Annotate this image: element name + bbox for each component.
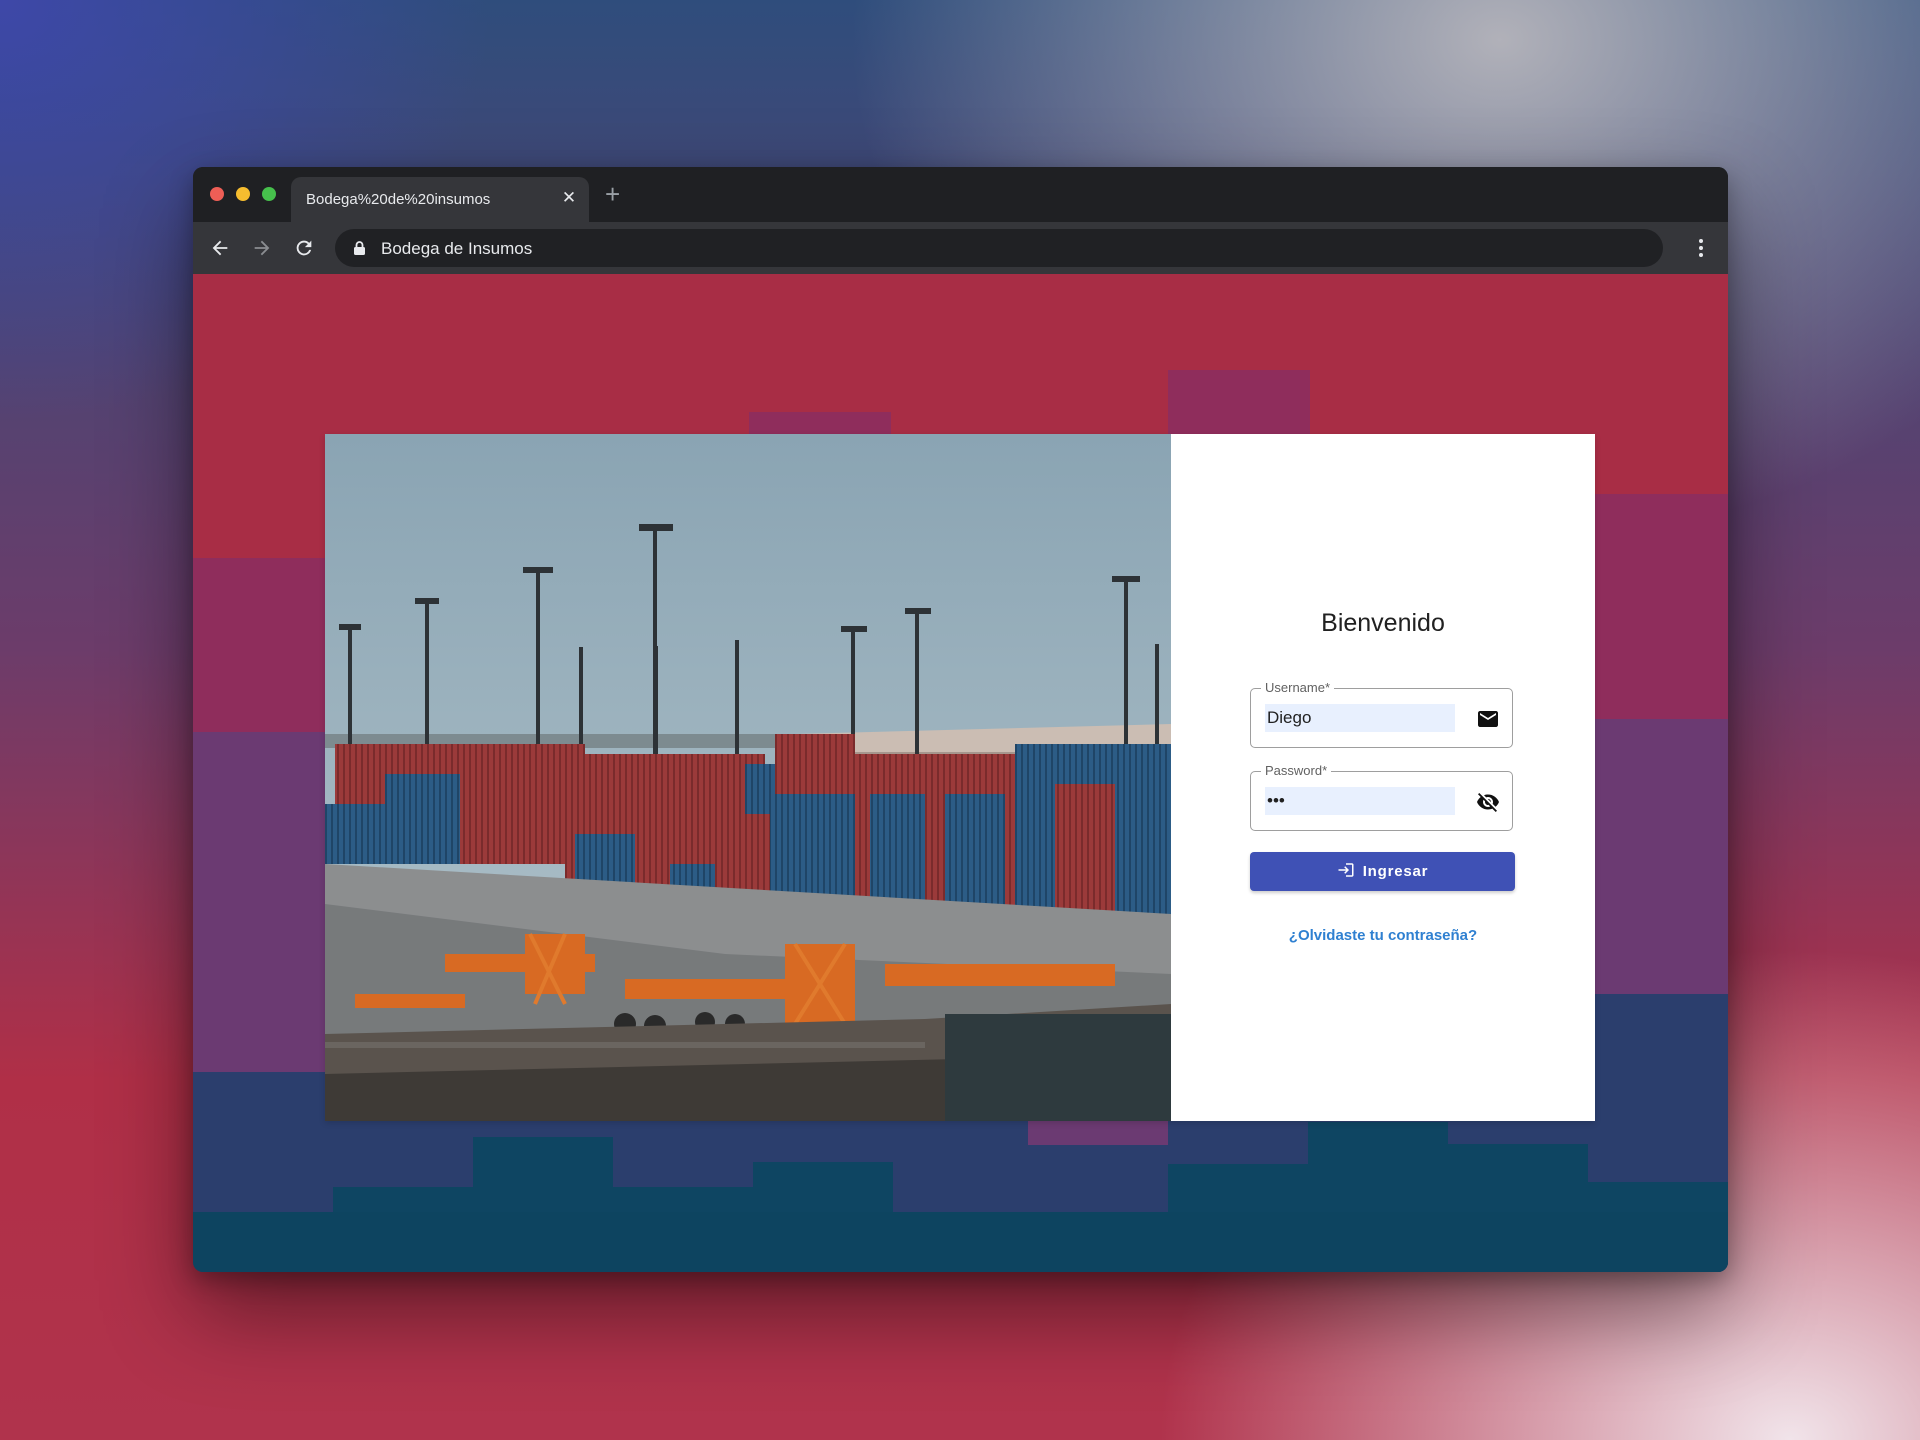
- forgot-password-link[interactable]: ¿Olvidaste tu contraseña?: [1171, 927, 1595, 944]
- welcome-heading: Bienvenido: [1321, 609, 1445, 637]
- maximize-window-button[interactable]: [262, 187, 276, 201]
- login-button[interactable]: Ingresar: [1250, 852, 1515, 891]
- page-viewport: Bienvenido Username* Password*: [193, 274, 1728, 1272]
- reload-icon[interactable]: [291, 235, 317, 261]
- login-card: Bienvenido Username* Password*: [325, 434, 1595, 1121]
- close-window-button[interactable]: [210, 187, 224, 201]
- mail-icon: [1476, 707, 1500, 731]
- more-menu-icon[interactable]: [1688, 235, 1714, 261]
- tab-bar: Bodega%20de%20insumos ✕ +: [193, 167, 1728, 222]
- address-text: Bodega de Insumos: [381, 239, 533, 258]
- visibility-off-icon[interactable]: [1476, 790, 1500, 814]
- minimize-window-button[interactable]: [236, 187, 250, 201]
- address-bar[interactable]: Bodega de Insumos: [335, 229, 1663, 267]
- back-arrow-icon[interactable]: [207, 235, 233, 261]
- browser-toolbar: Bodega de Insumos: [193, 222, 1728, 274]
- username-field[interactable]: Username*: [1250, 680, 1513, 748]
- login-form: Bienvenido Username* Password*: [1171, 434, 1595, 1121]
- new-tab-button[interactable]: +: [605, 181, 620, 207]
- login-button-label: Ingresar: [1362, 863, 1429, 880]
- username-input[interactable]: [1265, 704, 1455, 732]
- username-label: Username*: [1261, 680, 1335, 695]
- tab-close-icon[interactable]: ✕: [559, 188, 579, 208]
- login-icon: [1337, 861, 1355, 883]
- password-label: Password*: [1261, 763, 1332, 778]
- browser-window: Bodega%20de%20insumos ✕ + Bodega de Insu…: [193, 167, 1728, 1272]
- container-port-photo: [325, 434, 1171, 1121]
- forward-arrow-icon[interactable]: [249, 235, 275, 261]
- password-input[interactable]: [1265, 787, 1455, 815]
- lock-icon: [353, 240, 366, 261]
- browser-tab[interactable]: Bodega%20de%20insumos ✕: [291, 177, 589, 222]
- password-field[interactable]: Password*: [1250, 763, 1513, 831]
- tab-title: Bodega%20de%20insumos: [306, 191, 491, 208]
